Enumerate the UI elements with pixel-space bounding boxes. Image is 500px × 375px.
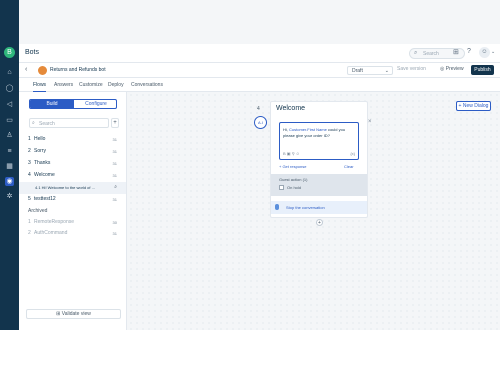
chevron-down-icon[interactable]: ⌄ bbox=[491, 49, 495, 55]
validate-view-button[interactable]: ⊞ Validate view bbox=[26, 309, 121, 319]
on-hold-label: On hold bbox=[287, 185, 302, 190]
brand-logo[interactable]: B bbox=[4, 47, 15, 58]
app-window: B ⌂ ◯ ◁ ▭ ♙ ≡ ▦ ◉ ✲ Bots ⌕ Search ⊞ ? ☺ … bbox=[0, 0, 500, 330]
search-icon: ⌕ bbox=[32, 120, 35, 126]
contacts-icon[interactable]: ♙ bbox=[5, 131, 14, 140]
archived-flow-item[interactable]: 1 RemoteResponse bbox=[28, 219, 74, 225]
user-avatar[interactable]: ☺ bbox=[479, 47, 490, 58]
book-icon[interactable]: ▭ bbox=[5, 116, 14, 125]
flow-item[interactable]: 1 Hello bbox=[28, 136, 45, 142]
bot-header-bar: ‹ Returns and Refunds bot Draft ⌄ Save v… bbox=[19, 63, 500, 78]
stop-icon bbox=[275, 204, 279, 210]
flow-sub-item[interactable]: 4.1 Hi! Welcome to the world of ... ⌕ bbox=[19, 182, 126, 194]
tab-conversations[interactable]: Conversations bbox=[131, 82, 163, 88]
flow-item[interactable]: 4 Welcome bbox=[28, 172, 55, 178]
flow-item[interactable]: 3 Thanks bbox=[28, 160, 50, 166]
preview-label: Preview bbox=[445, 66, 464, 72]
bold-icon[interactable]: B bbox=[283, 151, 286, 156]
on-hold-checkbox[interactable] bbox=[279, 185, 284, 190]
build-button[interactable]: Build bbox=[30, 100, 74, 108]
tab-customize[interactable]: Customize bbox=[79, 82, 103, 88]
close-icon[interactable]: × bbox=[368, 119, 372, 125]
new-dialog-button[interactable]: + New Dialog bbox=[456, 101, 491, 111]
guest-action-block: Guest action (1) On hold bbox=[271, 174, 367, 196]
image-icon[interactable]: ▣ bbox=[287, 151, 291, 156]
tab-answers[interactable]: Answers bbox=[54, 82, 73, 88]
tab-flows[interactable]: Flows bbox=[33, 82, 47, 92]
add-flow-button[interactable]: + bbox=[111, 118, 119, 128]
version-status: Draft bbox=[352, 68, 363, 74]
dialog-number: 4 bbox=[257, 106, 260, 112]
clear-link[interactable]: Clear bbox=[344, 164, 354, 169]
preview-button[interactable]: ◎ Preview bbox=[440, 66, 464, 72]
left-nav-rail: B ⌂ ◯ ◁ ▭ ♙ ≡ ▦ ◉ ✲ bbox=[0, 0, 19, 330]
flow-count: 31 bbox=[112, 137, 117, 142]
flow-count: 30 bbox=[112, 220, 117, 225]
validate-view-label: Validate view bbox=[61, 311, 91, 317]
flow-count: 31 bbox=[112, 173, 117, 178]
flow-search-placeholder: Search bbox=[39, 121, 55, 127]
list-icon[interactable]: ≡ bbox=[5, 147, 14, 156]
flows-panel: Build Configure ⌕ Search + 1 Hello 31 2 So… bbox=[19, 92, 127, 330]
stop-conversation-label: Stop the conversation bbox=[286, 205, 325, 210]
flow-item[interactable]: 2 Sorry bbox=[28, 148, 46, 154]
archived-flow-item[interactable]: 2 AuthCommand bbox=[28, 230, 67, 236]
flow-sub-item-label: 4.1 Hi! Welcome to the world of ... bbox=[35, 185, 95, 190]
search-placeholder: Search bbox=[423, 51, 439, 57]
add-connector-button[interactable]: + bbox=[316, 219, 323, 226]
bot-icon[interactable]: ◉ bbox=[5, 177, 14, 186]
flow-canvas[interactable]: + New Dialog 4 Welcome A.I Hi, Customer.… bbox=[128, 92, 500, 330]
save-version-button[interactable]: Save version bbox=[397, 66, 426, 72]
megaphone-icon[interactable]: ◁ bbox=[5, 100, 14, 109]
tab-bar: Flows Answers Customize Deploy Conversat… bbox=[19, 78, 500, 92]
flow-item[interactable]: 5 testtest12 bbox=[28, 196, 56, 202]
link-icon[interactable]: ⚲ bbox=[292, 151, 295, 156]
chat-icon[interactable]: ◯ bbox=[5, 84, 14, 93]
reports-icon[interactable]: ▦ bbox=[5, 162, 14, 171]
page-title: Bots bbox=[25, 49, 40, 56]
settings-icon[interactable]: ✲ bbox=[5, 192, 14, 201]
get-response-link[interactable]: + Get response bbox=[279, 164, 306, 169]
chevron-down-icon: ⌄ bbox=[384, 68, 389, 74]
editor-toolbar: B ▣ ⚲ ☺ bbox=[283, 151, 300, 156]
version-select[interactable]: Draft ⌄ bbox=[347, 66, 393, 75]
build-configure-toggle: Build Configure bbox=[29, 99, 117, 109]
configure-button[interactable]: Configure bbox=[74, 100, 116, 108]
stop-conversation-block[interactable]: Stop the conversation bbox=[271, 201, 367, 214]
bot-message-text: Hi, Customer.First Name could you please… bbox=[283, 127, 346, 138]
flow-count: 31 bbox=[112, 161, 117, 166]
apps-icon[interactable]: ⊞ bbox=[453, 48, 459, 56]
flow-count: 31 bbox=[112, 149, 117, 154]
search-icon[interactable]: ⌕ bbox=[114, 184, 117, 190]
publish-button[interactable]: Publish bbox=[471, 65, 494, 75]
guest-action-label: Guest action (1) bbox=[279, 177, 308, 182]
tab-deploy[interactable]: Deploy bbox=[108, 82, 124, 88]
top-bar: Bots ⌕ Search ⊞ ? ☺ ⌄ bbox=[19, 44, 500, 63]
home-icon[interactable]: ⌂ bbox=[5, 68, 14, 77]
bot-message-avatar: A.I bbox=[254, 116, 267, 129]
flow-search-input[interactable]: ⌕ Search bbox=[29, 118, 109, 128]
bot-message-editor[interactable]: Hi, Customer.First Name could you please… bbox=[279, 122, 359, 160]
back-arrow-icon[interactable]: ‹ bbox=[25, 66, 27, 73]
flow-count: 31 bbox=[112, 231, 117, 236]
placeholder-chip[interactable]: Customer.First Name bbox=[289, 127, 327, 132]
variable-icon[interactable]: {x} bbox=[350, 151, 355, 156]
help-icon[interactable]: ? bbox=[467, 48, 471, 55]
bot-name: Returns and Refunds bot bbox=[50, 67, 106, 73]
flow-count: 31 bbox=[112, 197, 117, 202]
dialog-title: Welcome bbox=[276, 105, 306, 112]
archived-heading: Archived bbox=[28, 208, 48, 214]
search-icon: ⌕ bbox=[414, 50, 418, 56]
emoji-icon[interactable]: ☺ bbox=[296, 151, 300, 156]
bot-avatar bbox=[38, 66, 47, 75]
